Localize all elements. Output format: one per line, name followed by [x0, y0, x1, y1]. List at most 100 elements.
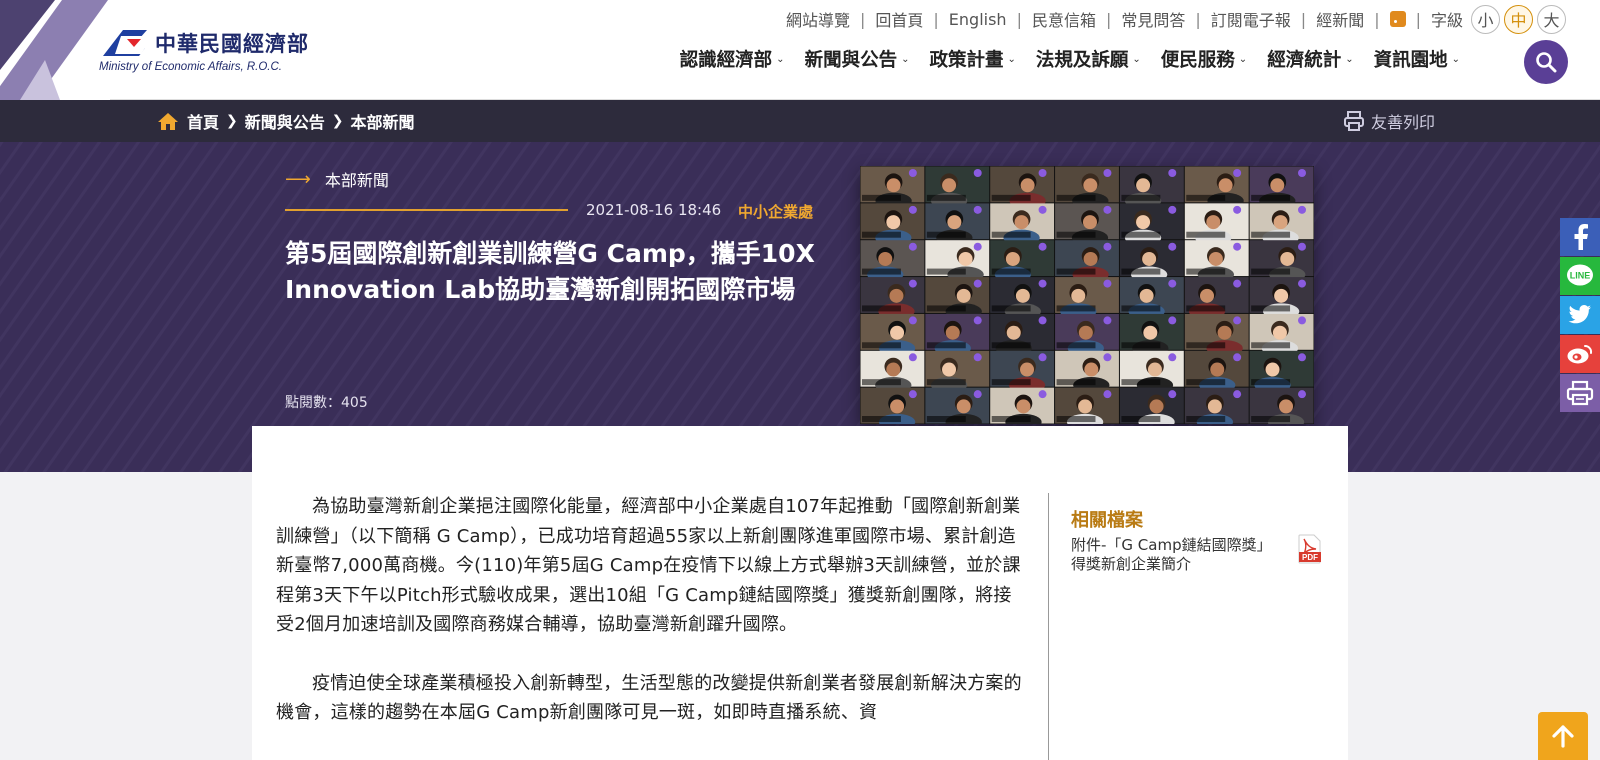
- breadcrumb-current[interactable]: 本部新聞: [351, 109, 415, 133]
- participant-tile: [860, 203, 925, 246]
- participant-tile: [1249, 166, 1314, 209]
- utility-links: 網站導覽 | 回首頁 | English | 民意信箱 | 常見問答 | 訂閱電子報 | 經…: [786, 4, 1566, 34]
- participant-tile: [990, 277, 1055, 320]
- column-divider: [1048, 493, 1049, 760]
- share-print[interactable]: [1560, 374, 1600, 412]
- article-paragraph: 疫情迫使全球產業積極投入創新轉型，生活型態的改變提供新創業者發展創新解決方案的機…: [276, 672, 1022, 724]
- weibo-icon: [1567, 344, 1593, 364]
- breadcrumb-separator-icon: ❯: [331, 113, 344, 129]
- participant-tile: [1119, 166, 1184, 209]
- participant-tile: [1249, 350, 1314, 394]
- participant-tile: [1249, 387, 1314, 424]
- social-share-bar: LINE: [1560, 218, 1600, 413]
- article-title: 第5屆國際創新創業訓練營G Camp，攜手10X Innovation Lab協…: [285, 239, 815, 304]
- link-econ-news[interactable]: 經新聞: [1316, 7, 1364, 31]
- main-navigation: 認識經濟部 ⌄ 新聞與公告 ⌄ 政策計畫 ⌄ 法規及訴願 ⌄ 便民服務 ⌄ 經濟統計 ⌄ 資…: [670, 46, 1470, 72]
- line-icon: LINE: [1567, 264, 1593, 286]
- rss-icon[interactable]: [1389, 11, 1406, 27]
- link-faq[interactable]: 常見問答: [1121, 7, 1185, 31]
- breadcrumb-bar: 首頁 ❯ 新聞與公告 ❯ 本部新聞 友善列印: [0, 100, 1600, 142]
- participant-tile: [990, 350, 1055, 394]
- participant-tile: [925, 387, 990, 424]
- department-link[interactable]: 中小企業處: [738, 201, 813, 222]
- print-label: 友善列印: [1371, 113, 1436, 132]
- print-icon: [1566, 380, 1594, 406]
- link-mailbox[interactable]: 民意信箱: [1032, 7, 1096, 31]
- share-weibo[interactable]: [1560, 335, 1600, 373]
- share-line[interactable]: LINE: [1560, 257, 1600, 295]
- participant-tile: [1119, 203, 1184, 246]
- font-size-label: 字級: [1430, 11, 1463, 30]
- nav-policy[interactable]: 政策計畫 ⌄: [919, 46, 1025, 72]
- participant-tile: [1119, 277, 1184, 320]
- breadcrumb-separator-icon: ❯: [226, 113, 238, 129]
- article-category: ⟶ 本部新聞: [285, 168, 389, 191]
- pdf-label: PDF: [1302, 553, 1318, 562]
- participant-tile: [1119, 387, 1184, 424]
- participant-tile: [1184, 203, 1249, 246]
- share-twitter[interactable]: [1560, 296, 1600, 334]
- back-to-top-button[interactable]: [1538, 712, 1588, 760]
- participant-tile: [1184, 387, 1249, 424]
- search-button[interactable]: [1524, 40, 1568, 84]
- participant-tile: [1249, 240, 1314, 283]
- participant-tile: [990, 166, 1055, 209]
- participant-tile: [925, 203, 990, 246]
- breadcrumb-news[interactable]: 新聞與公告: [245, 109, 325, 133]
- participant-tile: [1249, 313, 1314, 357]
- nav-info[interactable]: 資訊園地 ⌄: [1364, 46, 1470, 72]
- logo-mark-icon: [103, 30, 147, 56]
- nav-regulations[interactable]: 法規及訴願 ⌄: [1026, 46, 1151, 72]
- twitter-icon: [1568, 305, 1591, 324]
- nav-services[interactable]: 便民服務 ⌄: [1151, 46, 1257, 72]
- breadcrumb-home[interactable]: 首頁: [187, 109, 219, 133]
- nav-statistics[interactable]: 經濟統計 ⌄: [1257, 46, 1363, 72]
- home-icon[interactable]: [157, 112, 179, 131]
- font-size-large[interactable]: 大: [1537, 4, 1566, 34]
- participant-tile: [860, 313, 925, 357]
- related-files-title: 相關檔案: [1071, 510, 1143, 531]
- chevron-down-icon: ⌄: [1132, 53, 1141, 65]
- facebook-icon: [1574, 224, 1588, 250]
- participant-tile: [925, 350, 990, 394]
- chevron-down-icon: ⌄: [776, 53, 785, 65]
- arrow-up-icon: [1552, 725, 1574, 748]
- font-size-switcher: 小 中 大: [1471, 4, 1566, 34]
- participant-tile: [925, 240, 990, 283]
- participant-tile: [1249, 203, 1314, 246]
- chevron-down-icon: ⌄: [1345, 53, 1354, 65]
- link-subscribe[interactable]: 訂閱電子報: [1211, 7, 1291, 31]
- participant-tile: [1184, 166, 1249, 209]
- font-size-small[interactable]: 小: [1471, 4, 1500, 34]
- participant-tile: [925, 313, 990, 357]
- participant-tile: [1119, 313, 1184, 357]
- chevron-down-icon: ⌄: [1451, 53, 1460, 65]
- link-english[interactable]: English: [949, 10, 1007, 29]
- participant-tile: [1184, 240, 1249, 283]
- participant-tile: [860, 166, 925, 209]
- link-home[interactable]: 回首頁: [875, 7, 923, 31]
- participant-tile: [860, 387, 925, 424]
- participant-tile: [1184, 277, 1249, 320]
- participant-tile: [1055, 313, 1119, 357]
- participant-tile: [1119, 350, 1184, 394]
- nav-news[interactable]: 新聞與公告 ⌄: [795, 46, 920, 72]
- friendly-print-link[interactable]: 友善列印: [1343, 100, 1435, 142]
- pdf-icon[interactable]: PDF: [1298, 534, 1322, 564]
- ministry-logo[interactable]: 中華民國經濟部 Ministry of Economic Affairs, R.…: [99, 24, 339, 80]
- article-paragraph: 為協助臺灣新創企業挹注國際化能量，經濟部中小企業處自107年起推動「國際創新創業…: [276, 496, 1021, 635]
- printer-icon: [1344, 111, 1364, 131]
- participant-tile: [1055, 166, 1119, 209]
- participant-tile: [1055, 240, 1119, 283]
- nav-about[interactable]: 認識經濟部 ⌄: [670, 46, 795, 72]
- article-photo[interactable]: [860, 166, 1314, 424]
- link-sitemap[interactable]: 網站導覽: [786, 7, 850, 31]
- share-facebook[interactable]: [1560, 218, 1600, 256]
- decorative-stripe: [0, 0, 110, 100]
- related-file-link[interactable]: 附件-「G Camp鏈結國際獎」得獎新創企業簡介: [1071, 536, 1281, 574]
- participant-tile: [1184, 313, 1249, 357]
- site-header: 中華民國經濟部 Ministry of Economic Affairs, R.…: [0, 0, 1600, 100]
- font-size-medium[interactable]: 中: [1504, 4, 1533, 34]
- breadcrumb: 首頁 ❯ 新聞與公告 ❯ 本部新聞: [157, 100, 415, 142]
- participant-tile: [860, 277, 925, 320]
